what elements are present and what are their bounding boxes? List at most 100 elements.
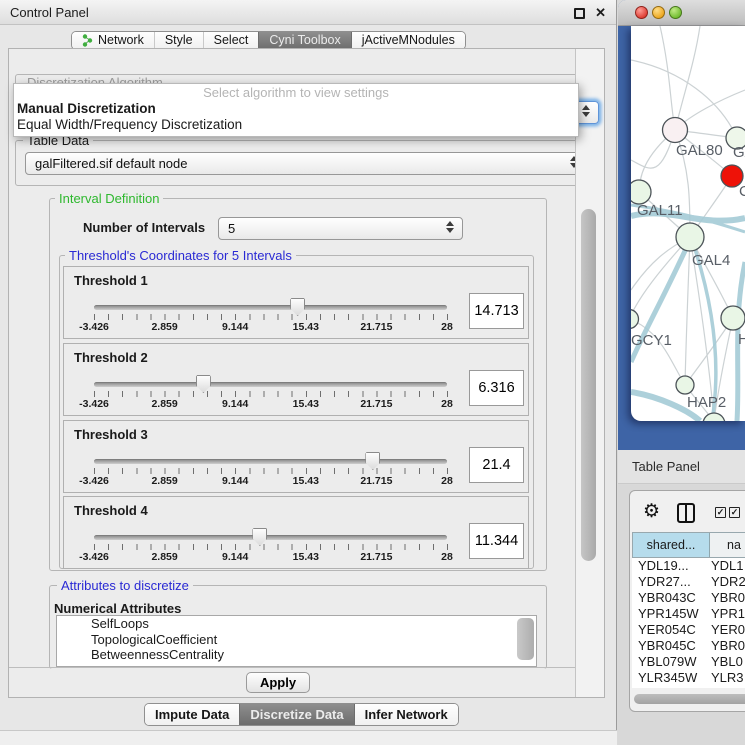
apply-button[interactable]: Apply [246,672,310,693]
cell-shared-name[interactable]: YLR345W [632,670,711,686]
tick-label: 15.43 [293,321,319,333]
tick-label: 9.144 [222,475,248,487]
node-hap2[interactable] [676,376,694,394]
tab-discretize-data[interactable]: Discretize Data [239,704,353,725]
table-row[interactable]: YDL19...YDL1 [632,558,745,574]
slider-ticks [94,391,448,397]
tick-label: -3.426 [79,398,109,410]
close-traffic-light-icon[interactable] [635,6,648,19]
gear-icon[interactable]: ⚙ [643,501,660,523]
cell-shared-name[interactable]: YPR145W [632,606,711,622]
cell-name[interactable]: YDR2 [711,574,745,590]
content-scrollbar-thumb[interactable] [581,209,596,561]
close-icon[interactable]: ✕ [595,4,606,22]
attribute-item[interactable]: SelfLoops [74,616,536,632]
control-panel-title: Control Panel ✕ [0,0,616,25]
cell-name[interactable]: YPR1 [711,606,745,622]
table-row[interactable]: YIL052CYIL0 [632,686,745,688]
minimize-traffic-light-icon[interactable] [652,6,665,19]
threshold-2-slider-track[interactable] [94,382,447,387]
cell-name[interactable]: YER0 [711,622,745,638]
float-window-icon[interactable] [574,8,585,19]
footer-strip [0,731,617,745]
numerical-attributes-list[interactable]: SelfLoopsTopologicalCoefficientBetweenne… [56,615,537,667]
tab-network-label: Network [98,32,144,49]
table-row[interactable]: YBL079WYBL0 [632,654,745,670]
threshold-1-label: Threshold 1 [74,273,148,288]
attribute-item[interactable]: BetweennessCentrality [74,647,536,663]
attribute-item[interactable]: TopologicalCoefficient [74,632,536,648]
tab-select[interactable]: Select [203,32,259,49]
thresholds-group-label: Threshold's Coordinates for 5 Intervals [65,248,296,263]
cell-shared-name[interactable]: YDR27... [632,574,711,590]
tab-cyni-toolbox[interactable]: Cyni Toolbox [258,32,350,49]
table-rows[interactable]: YDL19...YDL1YDR27...YDR2YBR043CYBR0YPR14… [632,558,745,688]
cell-name[interactable]: YBR0 [711,638,745,654]
control-panel: Control Panel ✕ Network Style Select Cyn… [0,0,617,745]
popup-option-equal-width-frequency[interactable]: Equal Width/Frequency Discretization [14,117,578,133]
cell-shared-name[interactable]: YER054C [632,622,711,638]
tab-infer-network[interactable]: Infer Network [354,704,458,725]
tab-jactivemnodules[interactable]: jActiveMNodules [351,32,465,49]
tick-label: 28 [441,398,453,410]
list-scrollbar[interactable] [517,618,534,660]
threshold-2-label: Threshold 2 [74,350,148,365]
tick-label: 15.43 [293,398,319,410]
column-header-shared[interactable]: shared... [633,533,710,557]
table-row[interactable]: YPR145WYPR1 [632,606,745,622]
table-row[interactable]: YLR345WYLR3 [632,670,745,686]
node-gcy1[interactable] [631,310,639,329]
threshold-4-value-field[interactable] [469,523,524,559]
threshold-3-slider-track[interactable] [94,459,447,464]
tab-style[interactable]: Style [154,32,203,49]
tab-impute-data[interactable]: Impute Data [145,704,239,725]
cell-shared-name[interactable]: YBR043C [632,590,711,606]
popup-option-manual-discretization[interactable]: Manual Discretization [14,101,578,117]
cell-shared-name[interactable]: YBR045C [632,638,711,654]
tick-label: -3.426 [79,551,109,563]
node-label-gcy1: GCY1 [631,332,672,349]
cell-shared-name[interactable]: YBL079W [632,654,711,670]
table-row[interactable]: YBR045CYBR0 [632,638,745,654]
slider-tick-labels: -3.4262.8599.14415.4321.71528 [94,475,448,488]
node-label-gal80: GAL80 [676,142,723,159]
node-gal11[interactable] [631,180,651,204]
content-scrollbar[interactable] [575,49,604,697]
tick-label: 28 [441,475,453,487]
cell-name[interactable]: YDL1 [711,558,745,574]
network-canvas[interactable]: GAL80 GA GAL11 C GAL4 GCY1 H HAP2 [631,26,745,421]
zoom-traffic-light-icon[interactable] [669,6,682,19]
threshold-2-value-field[interactable] [469,370,524,406]
table-data-combo-value: galFiltered.sif default node [35,156,187,171]
checkbox-icon[interactable]: ✓ [715,507,726,518]
table-row[interactable]: YDR27...YDR2 [632,574,745,590]
table-row[interactable]: YER054CYER0 [632,622,745,638]
network-window-titlebar[interactable] [618,0,745,26]
tab-network[interactable]: Network [72,32,154,49]
control-panel-title-text: Control Panel [10,5,89,20]
cell-name[interactable]: YBL0 [711,654,745,670]
algorithm-popup-placeholder: Select algorithm to view settings [14,84,578,101]
table-row[interactable]: YBR043CYBR0 [632,590,745,606]
columns-icon[interactable] [677,503,695,523]
table-horizontal-scrollbar[interactable] [634,694,745,704]
cell-name[interactable]: YIL0 [711,686,745,688]
threshold-1-value-field[interactable] [469,293,524,329]
cell-name[interactable]: YLR3 [711,670,745,686]
node-gal80[interactable] [663,118,688,143]
node-bottom[interactable] [703,413,725,421]
slider-ticks [94,314,448,320]
threshold-1-row: Threshold 1 -3.4262.8599.14415.4321.7152… [63,266,529,339]
column-header-name[interactable]: na [710,533,745,557]
threshold-1-slider-track[interactable] [94,305,447,310]
node-right[interactable] [721,306,745,330]
node-gal4[interactable] [676,223,704,251]
cell-name[interactable]: YBR0 [711,590,745,606]
cell-shared-name[interactable]: YIL052C [632,686,711,688]
checkbox-icon[interactable]: ✓ [729,507,740,518]
cell-shared-name[interactable]: YDL19... [632,558,711,574]
table-data-combo[interactable]: galFiltered.sif default node [25,152,587,175]
threshold-4-slider-track[interactable] [94,535,447,540]
threshold-3-value-field[interactable] [469,447,524,483]
number-of-intervals-combo[interactable]: 5 [218,217,463,240]
